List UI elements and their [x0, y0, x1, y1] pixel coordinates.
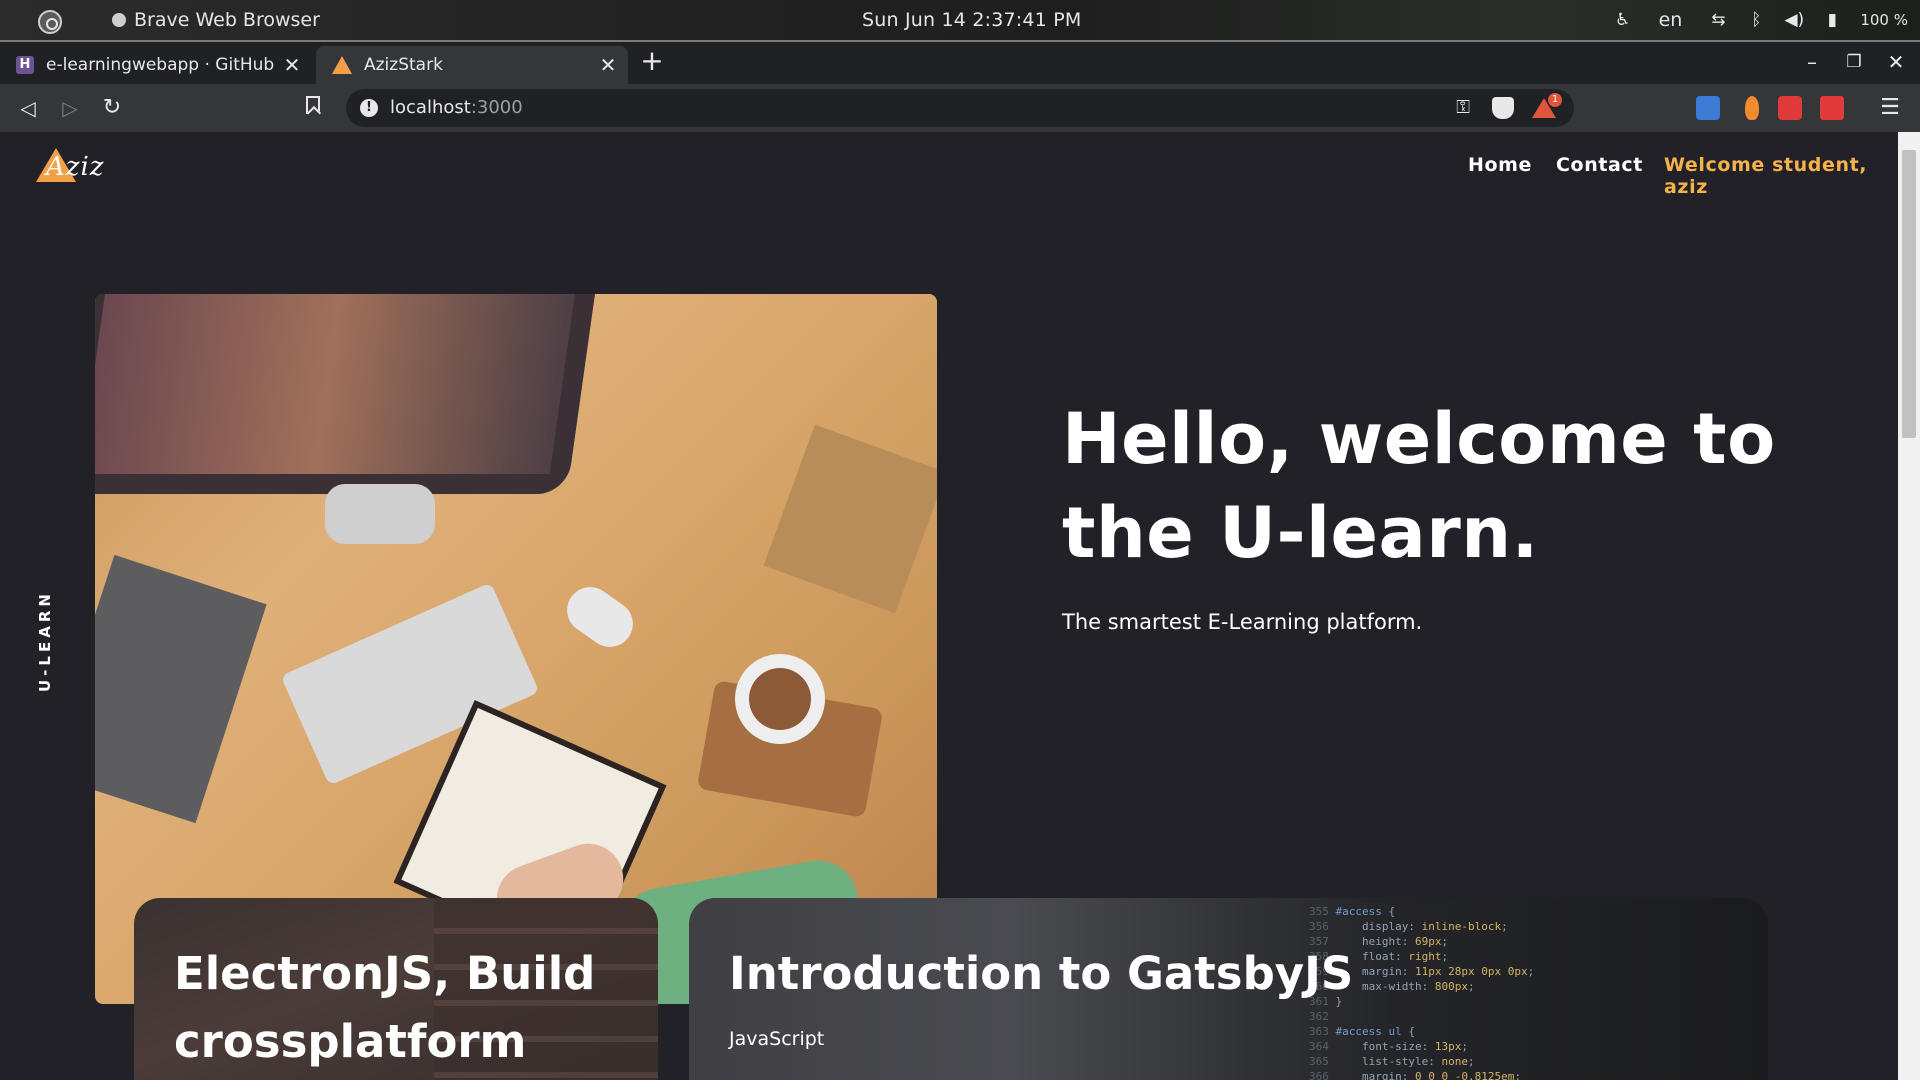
- image-monitor-stand: [325, 484, 435, 544]
- bookmark-icon[interactable]: [306, 96, 320, 114]
- battery-percent: 100 %: [1860, 11, 1908, 29]
- volume-icon[interactable]: ◀): [1784, 10, 1804, 30]
- nav-welcome-user[interactable]: Welcome student, aziz: [1664, 154, 1898, 198]
- menu-icon[interactable]: ☰: [1876, 94, 1904, 122]
- forward-icon[interactable]: ▷: [56, 94, 84, 122]
- activities-icon[interactable]: [38, 10, 62, 34]
- rewards-badge: 1: [1548, 93, 1562, 107]
- translate-icon[interactable]: [1696, 96, 1720, 120]
- bluetooth-icon[interactable]: ᛒ: [1746, 10, 1766, 30]
- brave-app-icon: [112, 13, 126, 27]
- hero-title: Hello, welcome to the U-learn.: [1062, 398, 1776, 574]
- image-cardboard: [763, 424, 937, 614]
- url-text[interactable]: localhost:3000: [390, 97, 523, 118]
- azizstark-favicon: [332, 56, 352, 74]
- close-icon[interactable]: ✕: [594, 53, 622, 77]
- course-card[interactable]: ElectronJS, Build crossplatform: [134, 898, 658, 1080]
- image-monitor-screen: [95, 294, 576, 474]
- hero-subtitle: The smartest E-Learning platform.: [1062, 610, 1423, 634]
- image-monitor: [95, 294, 595, 494]
- tab-azizstark[interactable]: AzizStark ✕: [316, 46, 628, 84]
- system-tray[interactable]: ♿ en ⇆ ᛒ ◀) ▮ 100 %: [1613, 9, 1908, 31]
- address-bar[interactable]: ! localhost:3000 ⚿ 1: [346, 89, 1574, 127]
- page-content: Aziz Home Contact Welcome student, aziz …: [0, 132, 1898, 1080]
- image-cup: [735, 654, 825, 744]
- extension-icon[interactable]: [1778, 96, 1802, 120]
- tab-title: AzizStark: [364, 55, 443, 75]
- nav-home[interactable]: Home: [1468, 154, 1532, 176]
- side-brand-label: U-LEARN: [36, 590, 54, 692]
- scrollbar[interactable]: [1898, 132, 1920, 1080]
- reload-icon[interactable]: ↻: [98, 94, 126, 122]
- card-background-image: 355 #access { 356 display: inline-block;…: [1309, 905, 1535, 1080]
- minimize-icon[interactable]: –: [1798, 48, 1826, 76]
- github-favicon: H: [16, 56, 34, 74]
- os-top-bar: Brave Web Browser Sun Jun 14 2:37:41 PM …: [0, 0, 1920, 42]
- tab-title: e-learningwebapp · GitHub | H: [46, 55, 278, 75]
- battery-icon[interactable]: ▮: [1822, 10, 1842, 30]
- close-icon[interactable]: ✕: [278, 53, 306, 77]
- image-mouse: [558, 578, 642, 656]
- app-name: Brave Web Browser: [134, 9, 320, 31]
- nav-contact[interactable]: Contact: [1556, 154, 1643, 176]
- clock[interactable]: Sun Jun 14 2:37:41 PM: [862, 9, 1081, 31]
- scrollbar-thumb[interactable]: [1902, 150, 1916, 438]
- course-title: Introduction to GatsbyJS: [729, 947, 1354, 1000]
- image-felt: [95, 554, 267, 824]
- info-icon[interactable]: !: [360, 99, 378, 117]
- course-tag: JavaScript: [729, 1028, 825, 1050]
- app-menu[interactable]: Brave Web Browser: [112, 9, 320, 31]
- restore-icon[interactable]: ❐: [1840, 48, 1868, 76]
- window-close-icon[interactable]: ✕: [1882, 48, 1910, 76]
- network-icon[interactable]: ⇆: [1708, 10, 1728, 30]
- logo-text: Aziz: [46, 152, 105, 182]
- course-title: ElectronJS, Build crossplatform: [174, 947, 596, 1068]
- new-tab-button[interactable]: +: [638, 47, 666, 76]
- language-indicator[interactable]: en: [1659, 9, 1683, 31]
- accessibility-icon[interactable]: ♿: [1613, 10, 1633, 30]
- tab-github[interactable]: H e-learningwebapp · GitHub | H ✕: [0, 46, 312, 84]
- course-card[interactable]: 355 #access { 356 display: inline-block;…: [689, 898, 1768, 1080]
- back-icon[interactable]: ◁: [14, 94, 42, 122]
- browser-toolbar: ◁ ▷ ↻ ! localhost:3000 ⚿ 1 ☰: [0, 84, 1920, 132]
- key-icon[interactable]: ⚿: [1456, 97, 1470, 118]
- extension-icon[interactable]: [1745, 96, 1759, 120]
- brave-shields-icon[interactable]: [1492, 97, 1514, 119]
- site-logo[interactable]: Aziz: [36, 146, 116, 192]
- extension-icon[interactable]: [1820, 96, 1844, 120]
- tab-strip: H e-learningwebapp · GitHub | H ✕ AzizSt…: [0, 42, 1920, 84]
